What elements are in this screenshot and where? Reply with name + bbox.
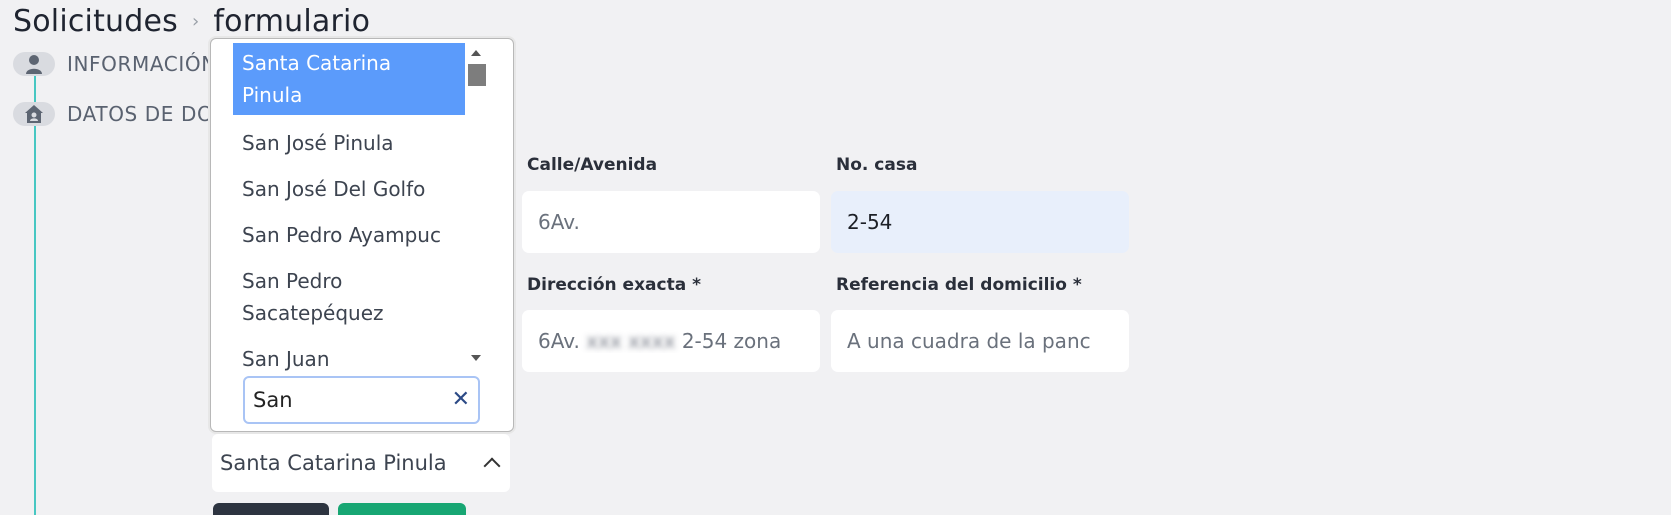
chevron-up-icon[interactable] bbox=[483, 457, 501, 475]
back-button[interactable] bbox=[213, 503, 329, 515]
scrollbar-thumb[interactable] bbox=[468, 64, 486, 86]
direccion-label: Dirección exacta * bbox=[527, 275, 701, 295]
step-label: DATOS DE DOMICILIO bbox=[67, 102, 212, 126]
option-san-jose-del-golfo[interactable]: San José Del Golfo bbox=[233, 169, 465, 209]
calle-input[interactable]: 6Av. bbox=[522, 191, 820, 253]
referencia-label: Referencia del domicilio * bbox=[836, 275, 1082, 295]
option-san-juan[interactable]: San Juan bbox=[233, 339, 465, 379]
no-casa-input[interactable]: 2-54 bbox=[831, 191, 1129, 253]
scroll-down-arrow-icon[interactable] bbox=[471, 355, 481, 361]
direccion-value: 6Av. xxx xxxx 2-54 zona bbox=[538, 329, 781, 353]
option-san-pedro-ayampuc[interactable]: San Pedro Ayampuc bbox=[233, 215, 465, 255]
referencia-input[interactable]: A una cuadra de la panc bbox=[831, 310, 1129, 372]
direccion-prefix: 6Av. bbox=[538, 329, 580, 353]
municipio-select-value: Santa Catarina Pinula bbox=[220, 451, 447, 475]
calle-value: 6Av. bbox=[538, 210, 580, 234]
breadcrumb-current: formulario bbox=[213, 4, 371, 39]
referencia-value: A una cuadra de la panc bbox=[847, 329, 1091, 353]
option-santa-catarina-pinula[interactable]: Santa Catarina Pinula bbox=[233, 43, 465, 115]
search-value: San bbox=[253, 388, 293, 412]
page: Solicitudes › formulario INFORMACIÓN DAT… bbox=[0, 0, 1671, 515]
redacted-text: xxx xxxx bbox=[586, 329, 676, 353]
next-button[interactable] bbox=[338, 503, 466, 515]
home-icon bbox=[13, 102, 55, 126]
municipio-dropdown: Santa Catarina Pinula San José Pinula Sa… bbox=[210, 38, 514, 432]
step-label: INFORMACIÓN bbox=[67, 52, 212, 76]
dropdown-search-input[interactable]: San ✕ bbox=[243, 376, 480, 424]
user-icon bbox=[13, 52, 55, 76]
no-casa-label: No. casa bbox=[836, 155, 918, 175]
direccion-input[interactable]: 6Av. xxx xxxx 2-54 zona bbox=[522, 310, 820, 372]
breadcrumb: Solicitudes › formulario bbox=[13, 4, 370, 39]
close-icon[interactable]: ✕ bbox=[452, 389, 470, 411]
scroll-up-arrow-icon[interactable] bbox=[471, 50, 481, 56]
municipio-select[interactable]: Santa Catarina Pinula bbox=[212, 434, 510, 492]
breadcrumb-separator-icon: › bbox=[192, 11, 200, 32]
option-san-jose-pinula[interactable]: San José Pinula bbox=[233, 123, 465, 163]
direccion-suffix: 2-54 zona bbox=[681, 329, 782, 353]
option-san-pedro-sacatepequez[interactable]: San Pedro Sacatepéquez bbox=[233, 261, 465, 333]
step-datos-domicilio[interactable]: DATOS DE DOMICILIO bbox=[13, 102, 212, 126]
no-casa-value: 2-54 bbox=[847, 210, 893, 234]
step-informacion[interactable]: INFORMACIÓN bbox=[13, 52, 212, 76]
calle-label: Calle/Avenida bbox=[527, 155, 658, 175]
option-list: Santa Catarina Pinula San José Pinula Sa… bbox=[233, 43, 465, 385]
stepper-line bbox=[34, 66, 36, 515]
breadcrumb-root[interactable]: Solicitudes bbox=[13, 4, 178, 39]
